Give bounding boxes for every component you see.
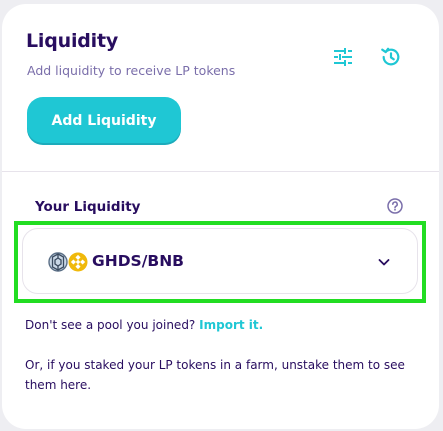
history-icon <box>381 47 400 66</box>
history-button[interactable] <box>378 44 404 70</box>
missing-pool-text: Don't see a pool you joined? <box>25 318 196 332</box>
missing-pool-note: Don't see a pool you joined? Import it. <box>25 318 263 332</box>
page-subtitle: Add liquidity to receive LP tokens <box>27 63 236 78</box>
settings-button[interactable] <box>330 44 356 70</box>
import-pool-link[interactable]: Import it. <box>199 318 263 332</box>
page-title: Liquidity <box>26 30 119 52</box>
liquidity-header: Liquidity Add liquidity to receive LP to… <box>2 4 439 172</box>
pair-token-icons <box>48 252 88 272</box>
ghds-token-icon <box>48 252 68 272</box>
your-liquidity-label: Your Liquidity <box>35 199 141 215</box>
bnb-token-icon <box>68 252 88 272</box>
staked-lp-note: Or, if you staked your LP tokens in a fa… <box>25 358 405 392</box>
settings-sliders-icon <box>334 48 352 66</box>
question-circle-icon[interactable] <box>386 197 404 215</box>
add-liquidity-button[interactable]: Add Liquidity <box>27 97 181 145</box>
chevron-down-icon[interactable] <box>375 253 393 271</box>
pool-row-ghds-bnb[interactable]: GHDS/BNB <box>22 228 418 294</box>
pool-pair-name: GHDS/BNB <box>92 252 184 270</box>
section-divider <box>2 171 439 172</box>
